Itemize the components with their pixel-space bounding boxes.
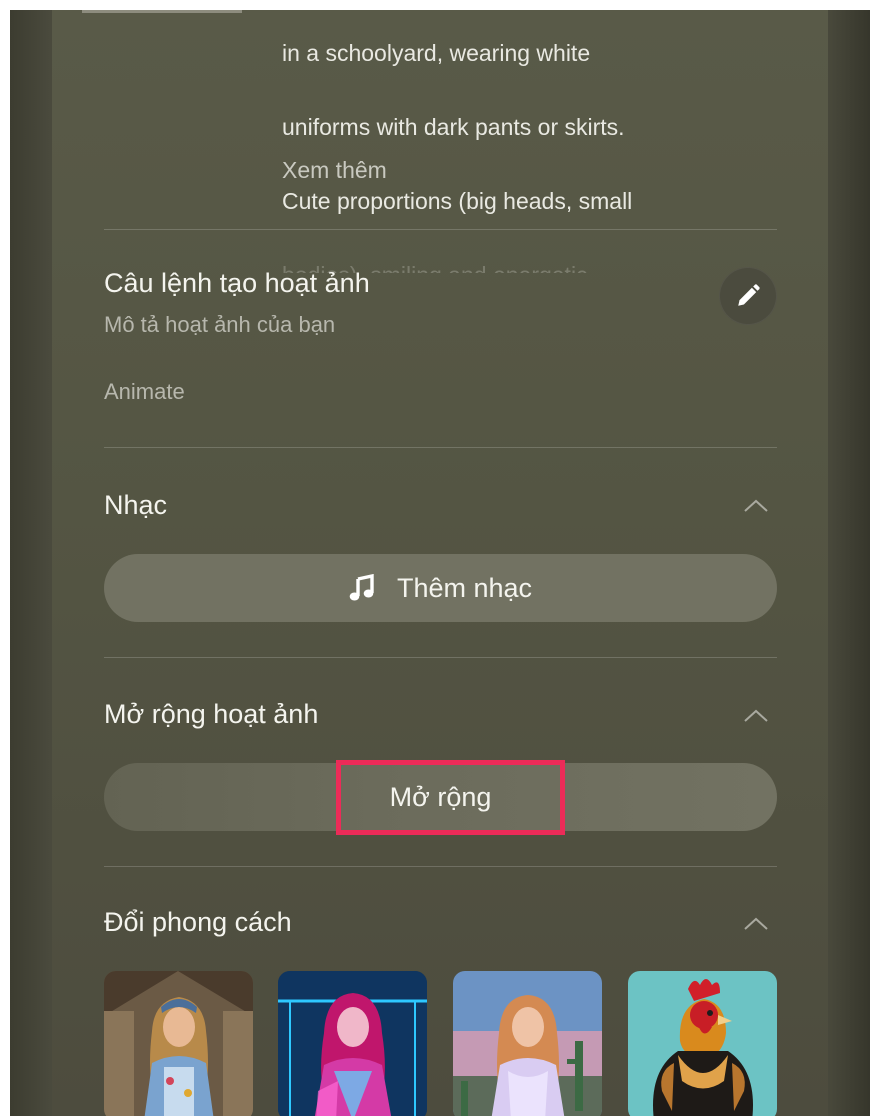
- prompt-line: uniforms with dark pants or skirts.: [282, 114, 625, 140]
- chevron-up-icon[interactable]: [742, 914, 770, 932]
- music-section-title: Nhạc: [104, 490, 168, 520]
- animation-prompt-subtitle: Mô tả hoạt ảnh của bạn: [104, 312, 336, 337]
- music-note-icon: [349, 574, 374, 601]
- add-music-button[interactable]: Thêm nhạc: [104, 554, 777, 622]
- chevron-up-icon[interactable]: [742, 496, 770, 514]
- see-more-link[interactable]: Xem thêm: [282, 157, 387, 184]
- add-music-label: Thêm nhạc: [396, 572, 533, 603]
- edit-prompt-button[interactable]: [719, 267, 777, 325]
- denim-barn-style-thumbnail[interactable]: [104, 971, 253, 1116]
- animation-prompt-value[interactable]: Animate: [104, 379, 185, 405]
- section-divider: [104, 866, 777, 867]
- section-divider: [104, 447, 777, 448]
- chevron-up-icon[interactable]: [742, 706, 770, 724]
- pencil-icon: [738, 284, 760, 306]
- prompt-line: in a schoolyard, wearing white: [282, 40, 591, 66]
- source-image-thumbnail[interactable]: [82, 10, 242, 13]
- desert-dusk-style-thumbnail[interactable]: [453, 971, 602, 1116]
- extend-section-title: Mở rộng hoạt ảnh: [104, 699, 319, 729]
- extend-button-label: Mở rộng: [389, 781, 492, 812]
- animation-prompt-title: Câu lệnh tạo hoạt ảnh: [104, 268, 370, 298]
- extend-animation-button[interactable]: Mở rộng: [104, 763, 777, 831]
- screenshot-frame: in a schoolyard, wearing white uniforms …: [10, 10, 870, 1116]
- section-divider: [104, 229, 777, 230]
- neon-cyber-style-thumbnail[interactable]: [278, 971, 427, 1116]
- rooster-style-thumbnail[interactable]: [628, 971, 777, 1116]
- section-divider: [104, 657, 777, 658]
- style-section-title: Đổi phong cách: [104, 907, 292, 937]
- prompt-line: Cute proportions (big heads, small: [282, 188, 633, 214]
